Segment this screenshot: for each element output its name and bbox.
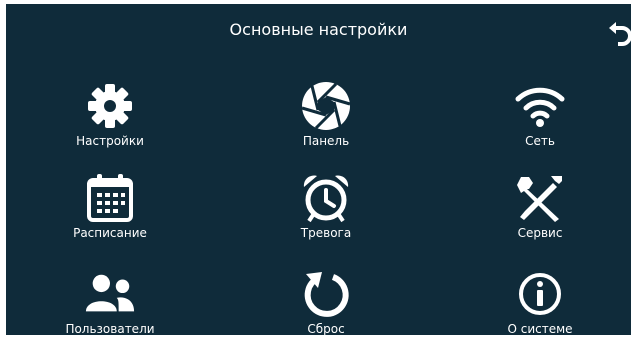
- main-settings-screen: Основные настройки Настройки Панель Сеть…: [6, 4, 631, 335]
- menu-item-label: Сеть: [525, 134, 555, 148]
- info-icon: [519, 273, 561, 315]
- wifi-icon: [515, 87, 565, 127]
- menu-item-label: Пользователи: [65, 322, 155, 335]
- menu-item-alarm[interactable]: Тревога: [256, 172, 396, 252]
- aperture-icon: [301, 82, 351, 130]
- menu-item-settings[interactable]: Настройки: [40, 80, 180, 160]
- menu-item-label: Расписание: [73, 226, 147, 240]
- tools-icon: [517, 176, 562, 222]
- menu-item-reset[interactable]: Сброс: [256, 268, 396, 335]
- gear-icon: [88, 84, 132, 128]
- reset-icon: [304, 272, 349, 317]
- menu-item-schedule[interactable]: Расписание: [40, 172, 180, 252]
- back-arrow-icon: [609, 22, 631, 46]
- alarm-clock-icon: [303, 175, 349, 223]
- menu-item-label: Настройки: [76, 134, 144, 148]
- menu-item-label: Сервис: [517, 226, 563, 240]
- calendar-icon: [87, 174, 133, 222]
- menu-item-label: Панель: [302, 134, 350, 148]
- menu-item-service[interactable]: Сервис: [470, 172, 610, 252]
- back-button[interactable]: [606, 16, 631, 46]
- menu-item-about[interactable]: О системе: [470, 268, 610, 335]
- menu-item-label: О системе: [507, 322, 573, 335]
- menu-item-users[interactable]: Пользователи: [40, 268, 180, 335]
- page-title: Основные настройки: [229, 20, 408, 39]
- menu-item-panel[interactable]: Панель: [256, 80, 396, 160]
- menu-item-label: Сброс: [307, 322, 345, 335]
- menu-item-network[interactable]: Сеть: [470, 80, 610, 160]
- menu-item-label: Тревога: [300, 226, 352, 240]
- users-icon: [85, 274, 135, 312]
